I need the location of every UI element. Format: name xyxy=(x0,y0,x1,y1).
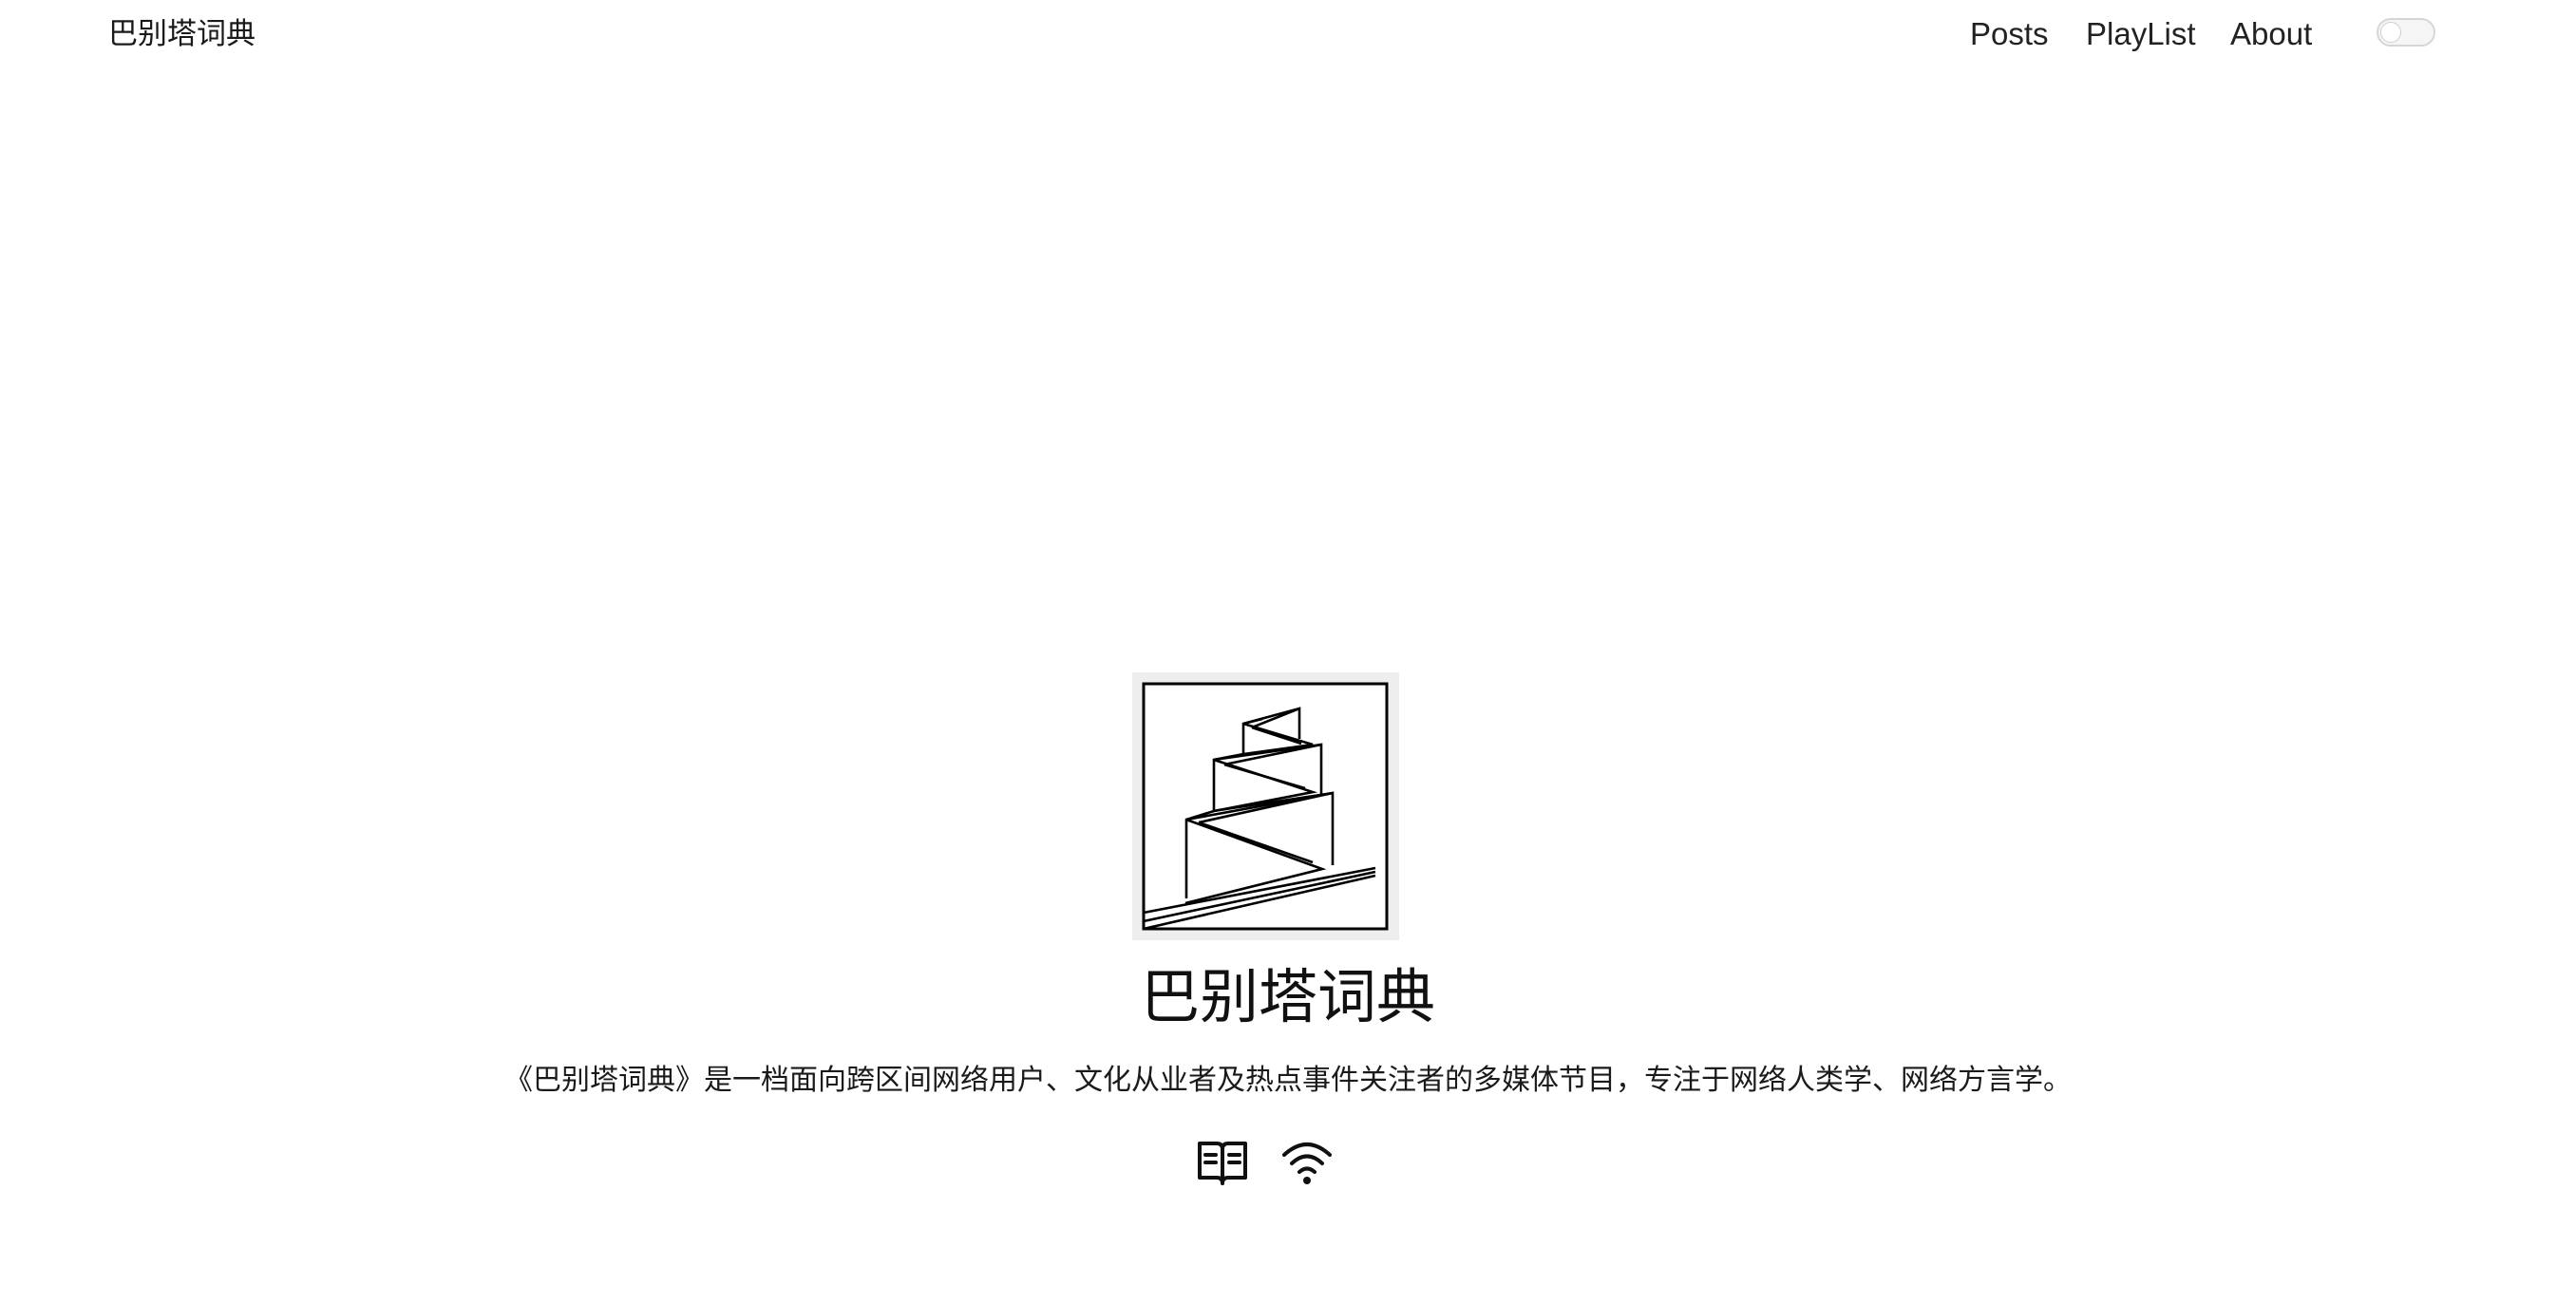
rss-wifi-icon[interactable] xyxy=(1280,1136,1334,1189)
social-icons xyxy=(0,1136,2576,1189)
site-title-link[interactable]: 巴别塔词典 xyxy=(108,13,256,55)
nav-item-playlist[interactable]: PlayList xyxy=(2086,13,2196,55)
profile-title: 巴别塔词典 xyxy=(1140,962,1435,1031)
babel-tower-logo xyxy=(1132,672,1399,940)
toggle-knob xyxy=(2380,22,2401,43)
nav-item-about[interactable]: About xyxy=(2230,13,2312,55)
book-icon[interactable] xyxy=(1196,1136,1249,1189)
theme-toggle-switch[interactable] xyxy=(2377,18,2435,47)
babel-tower-icon xyxy=(1142,682,1389,931)
nav-item-posts[interactable]: Posts xyxy=(1970,13,2049,55)
top-navbar: 巴别塔词典 Posts PlayList About xyxy=(0,0,2576,68)
profile-description: 《巴别塔词典》是一档面向跨区间网络用户、文化从业者及热点事件关注者的多媒体节目，… xyxy=(504,1064,2072,1097)
